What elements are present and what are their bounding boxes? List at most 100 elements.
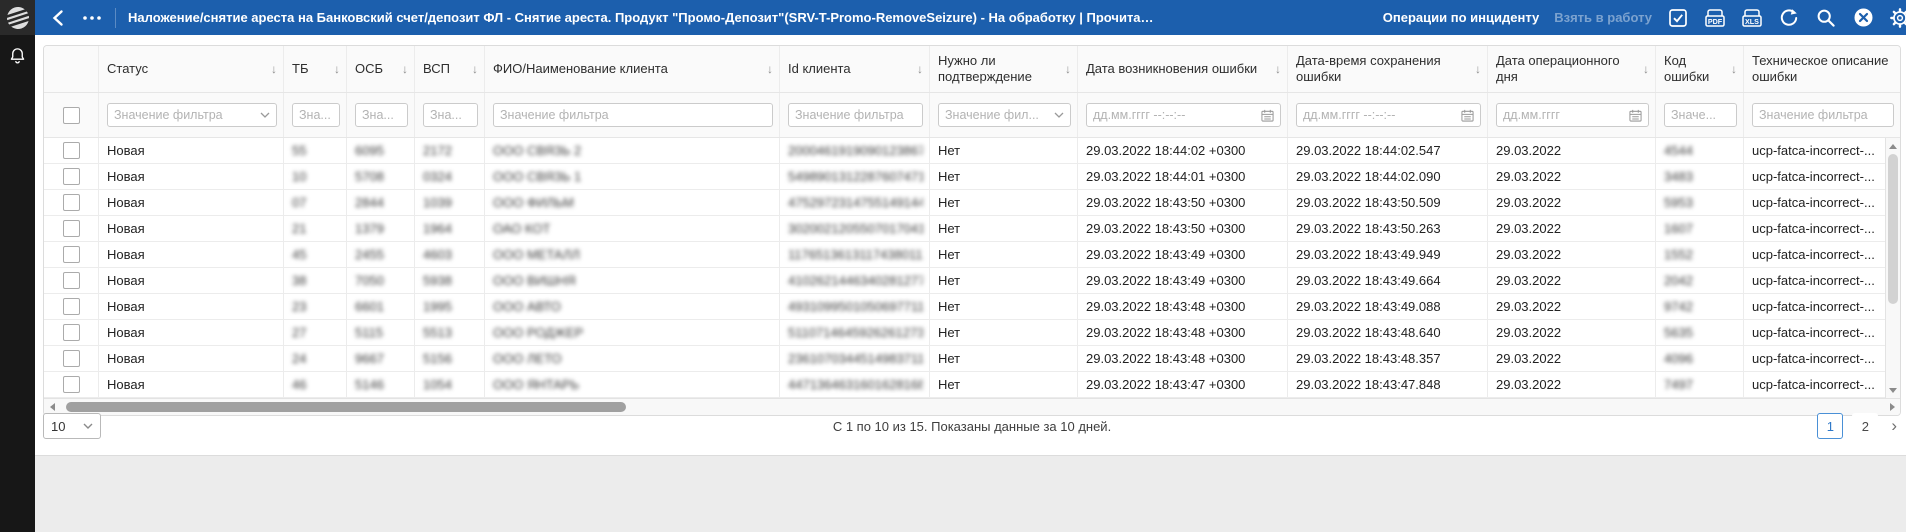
row-checkbox[interactable] [62, 350, 80, 367]
column-header-client_id[interactable]: Id клиента ↓ [780, 46, 930, 92]
sort-icon[interactable]: ↓ [917, 62, 923, 76]
table-row[interactable]: Новая 46 5146 1054 ООО ЯНТАРЬ 447136463160162… [44, 372, 1885, 398]
sort-icon[interactable]: ↓ [1643, 62, 1649, 76]
filter-input-client_id[interactable]: Значение фильтра [788, 103, 923, 127]
calendar-icon[interactable] [1261, 109, 1274, 122]
table-row[interactable]: Новая 45 2455 4603 ООО МЕТАЛЛ 117651361311743… [44, 242, 1885, 268]
table-row[interactable]: Новая 27 5115 5513 ООО РОДЖЕР 511071464592626… [44, 320, 1885, 346]
cell-confirm: Нет [930, 294, 1078, 319]
table-row[interactable]: Новая 23 6601 1995 ООО АВТО 49310995010506977… [44, 294, 1885, 320]
filter-input-tech[interactable]: Значение фильтра [1752, 103, 1894, 127]
row-checkbox[interactable] [62, 272, 80, 289]
sort-icon[interactable]: ↓ [334, 62, 340, 76]
table-row[interactable]: Новая 38 7050 5938 ООО ВИШНЯ 4102621446340281… [44, 268, 1885, 294]
cell-value: 27 [292, 325, 307, 340]
sberbank-logo[interactable] [0, 0, 35, 35]
sort-icon[interactable]: ↓ [472, 62, 478, 76]
column-header-op_date[interactable]: Дата операционного дня ↓ [1488, 46, 1656, 92]
filter-input-op_date[interactable]: дд.мм.гггг [1496, 103, 1649, 127]
vertical-scroll-thumb[interactable] [1888, 154, 1898, 304]
sort-icon[interactable]: ↓ [767, 62, 773, 76]
more-menu-button[interactable] [81, 7, 103, 29]
cell-value: ucp-fatca-incorrect-... [1752, 247, 1875, 262]
export-pdf-button[interactable]: PDF [1704, 7, 1726, 29]
back-button[interactable] [47, 7, 69, 29]
column-header-osb[interactable]: ОСБ ↓ [347, 46, 415, 92]
cell-value: ООО СВЯЗЬ 1 [493, 169, 582, 184]
page-button-2[interactable]: 2 [1852, 413, 1879, 439]
cell-value: Новая [107, 169, 145, 184]
sort-icon[interactable]: ↓ [271, 62, 277, 76]
row-checkbox[interactable] [62, 142, 80, 159]
select-all-checkbox[interactable] [62, 106, 80, 124]
settings-button[interactable] [1889, 7, 1906, 29]
cell-value: 29.03.2022 [1496, 299, 1562, 314]
close-incident-button[interactable] [1852, 7, 1874, 29]
table-row[interactable]: Новая 21 1379 1964 ОАО КОТ 302002120550701704… [44, 216, 1885, 242]
filter-input-status[interactable]: Значение фильтра [107, 103, 277, 127]
export-xls-button[interactable]: XLS [1741, 7, 1763, 29]
sort-icon[interactable]: ↓ [1731, 62, 1737, 76]
page-button-1[interactable]: 1 [1817, 413, 1844, 439]
page-size-select[interactable]: 10 [43, 413, 101, 439]
row-checkbox[interactable] [62, 298, 80, 315]
column-header-save_date[interactable]: Дата-время сохранения ошибки ↓ [1288, 46, 1488, 92]
cell-value: 29.03.2022 [1496, 169, 1562, 184]
row-checkbox[interactable] [62, 376, 80, 393]
search-button[interactable] [1815, 7, 1837, 29]
cell-confirm: Нет [930, 320, 1078, 345]
filter-input-err_date[interactable]: дд.мм.гггг --:--:-- [1086, 103, 1281, 127]
scroll-up-button[interactable] [1886, 139, 1900, 153]
column-header-tech[interactable]: Техническое описание ошибки [1744, 46, 1900, 92]
next-page-button[interactable]: › [1887, 416, 1901, 436]
filter-placeholder: Значение фильтра [114, 108, 223, 122]
cell-value: Новая [107, 299, 145, 314]
sort-icon[interactable]: ↓ [1275, 62, 1281, 76]
filter-input-osb[interactable]: Зна... [355, 103, 408, 127]
take-to-work-button[interactable]: Взять в работу [1554, 10, 1652, 25]
filter-input-confirm[interactable]: Значение фил... [938, 103, 1071, 127]
filter-input-vsp[interactable]: Зна... [423, 103, 478, 127]
column-header-err_date[interactable]: Дата возникновения ошибки ↓ [1078, 46, 1288, 92]
filter-placeholder: Значе... [1671, 108, 1717, 122]
filter-input-fio[interactable]: Значение фильтра [493, 103, 773, 127]
select-checked-button[interactable] [1667, 7, 1689, 29]
table-row[interactable]: Новая 10 5708 0324 ООО СВЯЗЬ 1 54989013122876… [44, 164, 1885, 190]
filter-input-err_code[interactable]: Значе... [1664, 103, 1737, 127]
filter-input-tb[interactable]: Зна... [292, 103, 340, 127]
column-label: Нужно ли подтверждение [938, 53, 1032, 84]
column-header-tb[interactable]: ТБ ↓ [284, 46, 347, 92]
sort-icon[interactable]: ↓ [1475, 62, 1481, 76]
sort-icon[interactable]: ↓ [402, 62, 408, 76]
notifications-button[interactable] [0, 39, 35, 73]
calendar-icon[interactable] [1461, 109, 1474, 122]
table-row[interactable]: Новая 55 6095 2172 ООО СВЯЗЬ 2 20004619190901… [44, 138, 1885, 164]
cell-value: 29.03.2022 18:43:50 +0300 [1086, 221, 1246, 236]
filter-input-save_date[interactable]: дд.мм.гггг --:--:-- [1296, 103, 1481, 127]
table-row[interactable]: Новая 07 2844 1039 ООО ФИЛЬМ 4752972314755149… [44, 190, 1885, 216]
grid-rows: Новая 55 6095 2172 ООО СВЯЗЬ 2 20004619190901… [44, 138, 1885, 398]
column-header-fio[interactable]: ФИО/Наименование клиента ↓ [485, 46, 780, 92]
cell-value: 20004619190901238677 [788, 143, 923, 158]
row-checkbox[interactable] [62, 324, 80, 341]
column-header-confirm[interactable]: Нужно ли подтверждение ↓ [930, 46, 1078, 92]
row-checkbox[interactable] [62, 220, 80, 237]
row-checkbox[interactable] [62, 168, 80, 185]
operations-by-incident-button[interactable]: Операции по инциденту [1383, 10, 1539, 25]
column-header-err_code[interactable]: Код ошибки ↓ [1656, 46, 1744, 92]
sort-icon[interactable]: ↓ [1065, 62, 1071, 76]
refresh-button[interactable] [1778, 7, 1800, 29]
row-checkbox[interactable] [62, 246, 80, 263]
column-header-vsp[interactable]: ВСП ↓ [415, 46, 485, 92]
cell-err_date: 29.03.2022 18:43:49 +0300 [1078, 268, 1288, 293]
calendar-icon[interactable] [1629, 109, 1642, 122]
row-checkbox[interactable] [62, 194, 80, 211]
scroll-down-button[interactable] [1886, 383, 1900, 397]
filter-cell-vsp: Зна... [415, 93, 485, 137]
cell-value: ucp-fatca-incorrect-... [1752, 143, 1875, 158]
cell-tech: ucp-fatca-incorrect-... [1744, 346, 1885, 371]
vertical-scrollbar[interactable] [1885, 138, 1900, 398]
cell-value: 11765136131174380111 [788, 247, 923, 262]
table-row[interactable]: Новая 24 9667 5156 ООО ЛЕТО 23610703445149837… [44, 346, 1885, 372]
column-header-status[interactable]: Статус ↓ [99, 46, 284, 92]
